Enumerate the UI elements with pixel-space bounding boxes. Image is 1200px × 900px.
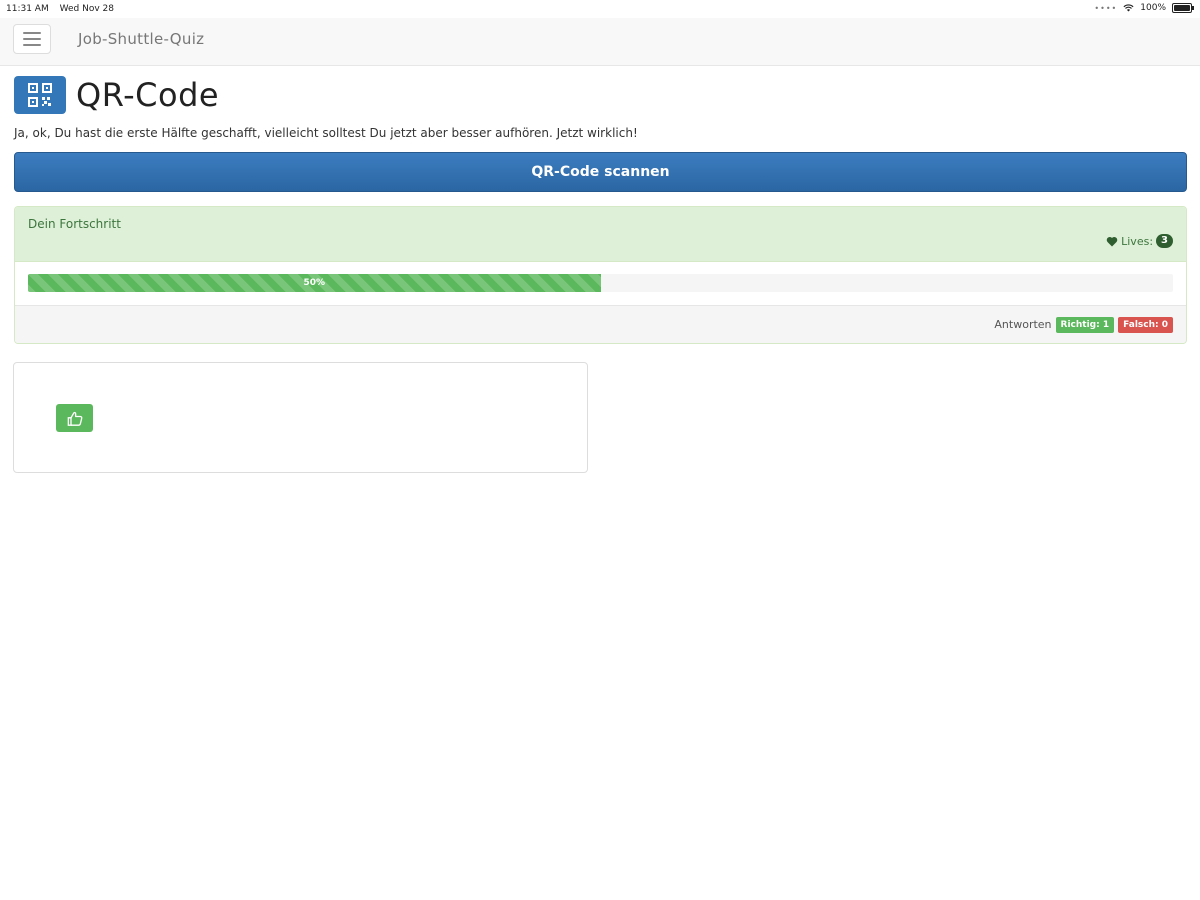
progress-track: 50% <box>28 274 1173 292</box>
status-left: 11:31 AM Wed Nov 28 <box>6 4 122 14</box>
lives-count-badge: 3 <box>1156 234 1173 248</box>
lives-label: Lives: <box>1121 234 1154 248</box>
progress-panel-body: 50% <box>15 262 1186 305</box>
navbar: Job-Shuttle-Quiz <box>0 18 1200 66</box>
result-card <box>13 362 588 473</box>
status-time: 11:31 AM <box>6 4 49 14</box>
page-subtitle: Ja, ok, Du hast die erste Hälfte geschaf… <box>14 126 638 140</box>
hamburger-bar <box>23 38 41 40</box>
progress-panel-footer: Antworten Richtig: 1 Falsch: 0 <box>15 305 1186 343</box>
navbar-brand[interactable]: Job-Shuttle-Quiz <box>78 30 204 48</box>
page-header: QR-Code <box>14 76 219 114</box>
scan-qr-button[interactable]: QR-Code scannen <box>14 152 1187 192</box>
progress-title: Dein Fortschritt <box>28 217 121 231</box>
status-bar: 11:31 AM Wed Nov 28 •••• 100% <box>0 0 1200 18</box>
status-right: •••• 100% <box>1094 3 1194 13</box>
battery-icon <box>1172 3 1194 13</box>
thumbs-up-button[interactable] <box>56 404 93 432</box>
lives-indicator: Lives: 3 <box>1106 234 1173 248</box>
qr-code-icon <box>14 76 66 114</box>
signal-dots-icon: •••• <box>1094 3 1118 13</box>
correct-answers-badge: Richtig: 1 <box>1055 316 1115 333</box>
progress-bar: 50% <box>28 274 601 292</box>
answers-label: Antworten <box>994 318 1052 331</box>
heart-icon <box>1106 236 1118 246</box>
battery-percent: 100% <box>1140 3 1166 13</box>
progress-panel: Dein Fortschritt Lives: 3 50% Antworten … <box>14 206 1187 344</box>
hamburger-bar <box>23 44 41 46</box>
thumbs-up-icon <box>67 411 82 426</box>
progress-panel-heading: Dein Fortschritt Lives: 3 <box>15 207 1186 262</box>
status-date: Wed Nov 28 <box>59 4 114 14</box>
page-title: QR-Code <box>76 76 220 114</box>
wrong-answers-badge: Falsch: 0 <box>1118 316 1173 333</box>
menu-button[interactable] <box>13 24 51 54</box>
wifi-icon <box>1123 4 1134 12</box>
hamburger-icon <box>23 32 41 34</box>
